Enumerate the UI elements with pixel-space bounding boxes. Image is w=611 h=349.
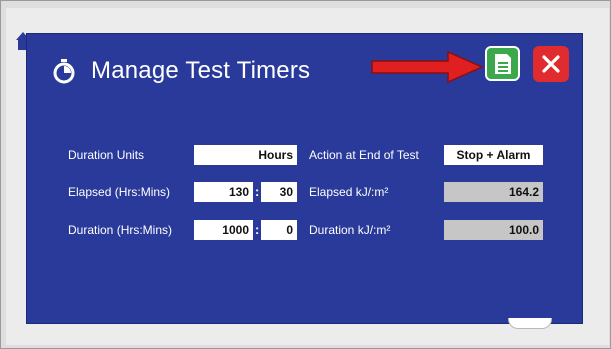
dialog-title: Manage Test Timers <box>91 57 311 84</box>
elapsed-hours-field[interactable]: 130 <box>194 182 253 202</box>
elapsed-energy-field: 164.2 <box>444 182 543 202</box>
save-icon <box>494 53 511 74</box>
duration-energy-label: Duration kJ/:m² <box>309 223 391 237</box>
save-button[interactable] <box>485 46 520 81</box>
duration-minutes-field[interactable]: 0 <box>261 220 297 240</box>
close-icon <box>542 55 560 73</box>
duration-hours-field[interactable]: 1000 <box>194 220 253 240</box>
action-end-field[interactable]: Stop + Alarm <box>444 145 543 165</box>
duration-energy-field: 100.0 <box>444 220 543 240</box>
elapsed-energy-label: Elapsed kJ/:m² <box>309 185 389 199</box>
duration-time-label: Duration (Hrs:Mins) <box>68 223 173 237</box>
pointer-arrow-icon <box>371 50 484 84</box>
manage-test-timers-dialog: Manage Test Timers Duration Units Hours … <box>27 34 582 329</box>
dialog-header: Manage Test Timers <box>51 51 310 91</box>
elapsed-minutes-field[interactable]: 30 <box>261 182 297 202</box>
time-separator: : <box>255 222 260 237</box>
scroll-handle[interactable] <box>508 318 552 329</box>
duration-units-label: Duration Units <box>68 148 145 162</box>
close-button[interactable] <box>533 46 569 82</box>
time-separator: : <box>255 184 260 199</box>
action-end-label: Action at End of Test <box>309 148 419 162</box>
elapsed-time-label: Elapsed (Hrs:Mins) <box>68 185 171 199</box>
stopwatch-icon <box>53 59 75 84</box>
duration-units-field[interactable]: Hours <box>194 145 297 165</box>
